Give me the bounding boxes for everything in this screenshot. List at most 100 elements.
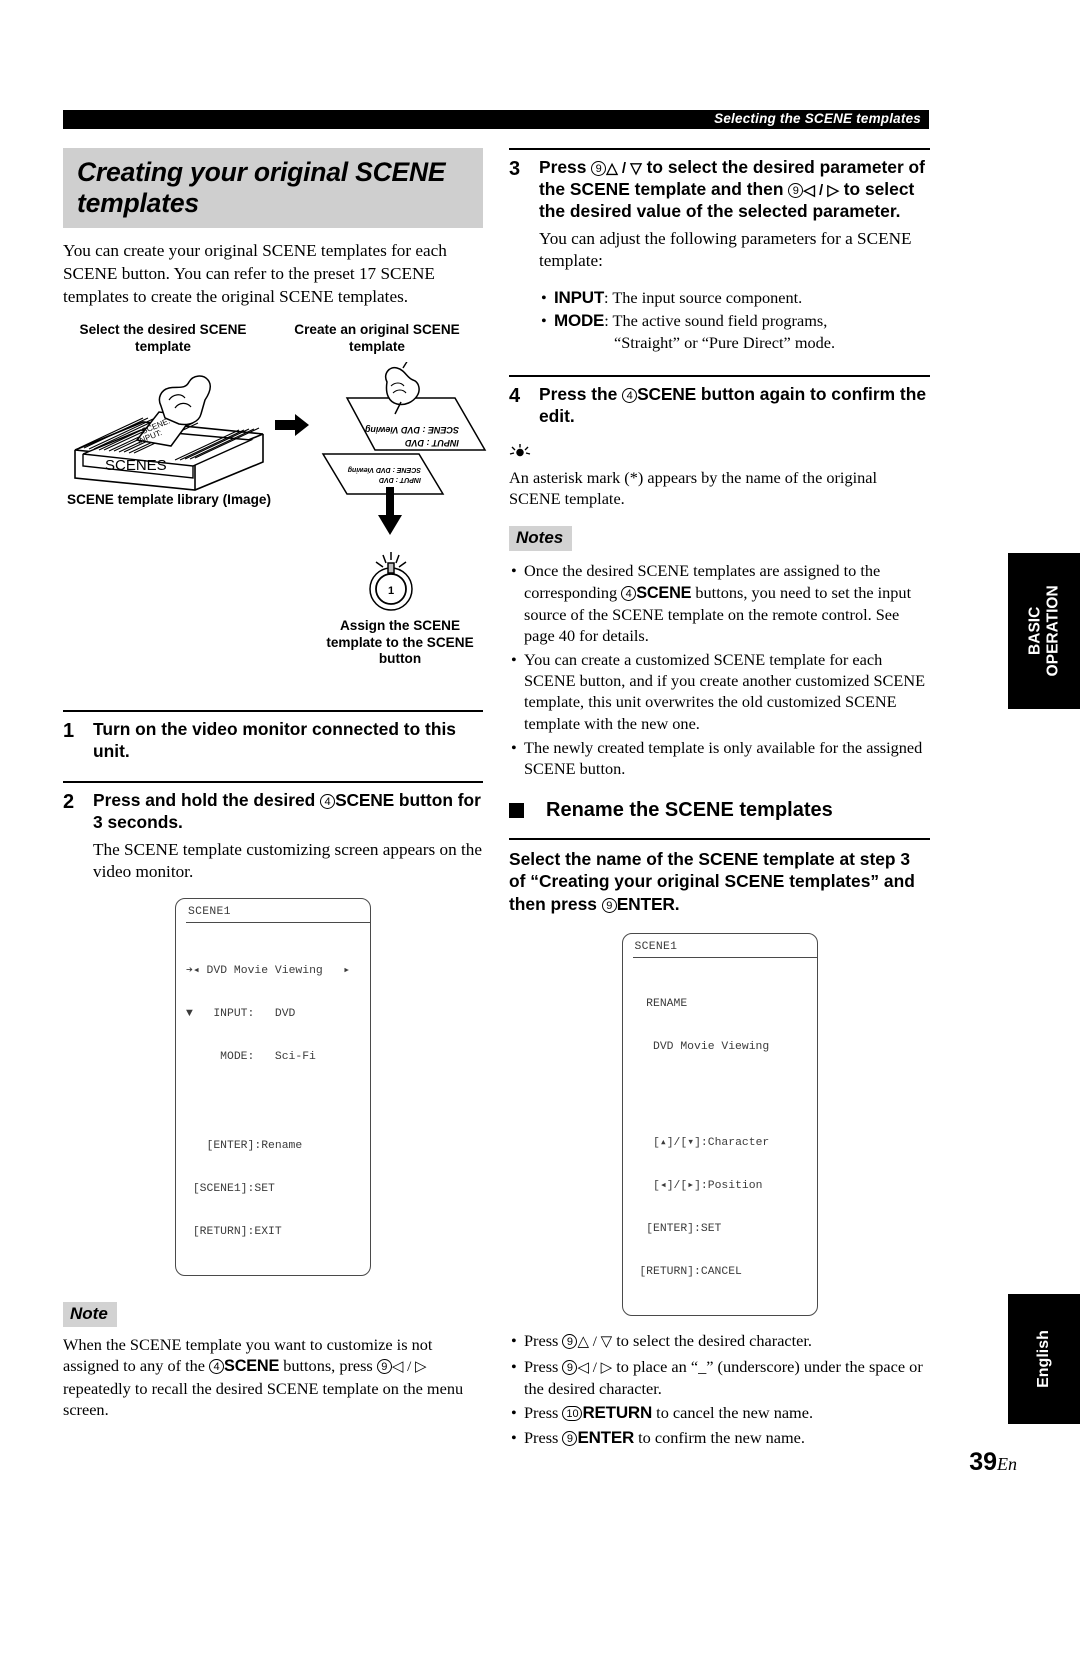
- tip-text: An asterisk mark (*) appears by the name…: [509, 468, 878, 509]
- osd2-line2: DVD Movie Viewing: [632, 1041, 770, 1054]
- scene-key-label: SCENE: [224, 1357, 280, 1376]
- osd-screen-2-wrapper: SCENE1 RENAME DVD Movie Viewing [▴]/[▾]:…: [509, 932, 930, 1317]
- scene-key-label: SCENE: [636, 583, 692, 602]
- osd-screen-1-wrapper: SCENE1 ➔◂ DVD Movie Viewing ▸ ▼ INPUT: D…: [63, 897, 483, 1277]
- left-column: Creating your original SCENE templates Y…: [63, 148, 487, 1420]
- osd2-line5: [ENTER]:SET: [632, 1223, 722, 1235]
- notes-tag: Notes: [509, 526, 573, 552]
- osd1-line2: ▼ INPUT: DVD: [186, 1007, 296, 1020]
- circled-number-10: 10: [562, 1406, 583, 1422]
- step-1-number: 1: [63, 720, 75, 743]
- scene-key-label: SCENE: [637, 384, 697, 405]
- circled-number-9: 9: [562, 1359, 578, 1375]
- tip-bulb-icon: [509, 444, 531, 457]
- param-desc-mode: : The active sound field programs,: [604, 310, 828, 330]
- osd1-separator: [186, 922, 370, 924]
- circled-number-9: 9: [788, 182, 804, 198]
- page-folio: 39En: [969, 1448, 1017, 1477]
- notes-item-pre: The newly created template is only avail…: [524, 737, 923, 778]
- osd-screen-rename: SCENE1 RENAME DVD Movie Viewing [▴]/[▾]:…: [621, 932, 818, 1317]
- diagram-label-select: Select the desired SCENE template: [79, 322, 247, 354]
- param-mode-continued: “Straight” or “Pure Direct” mode.: [614, 333, 836, 353]
- running-header-bar: Selecting the SCENE templates: [63, 110, 929, 129]
- osd1-title: SCENE1: [188, 905, 231, 918]
- rename-bullet: Press 9ENTER to confirm the new name.: [509, 1427, 930, 1449]
- note-block: Note When the SCENE template you want to…: [63, 1302, 483, 1420]
- sheet-line2: INPUT : DVD: [404, 438, 459, 448]
- step-3-body: You can adjust the following parameters …: [539, 228, 912, 271]
- osd1-line5: [SCENE1]:SET: [186, 1182, 275, 1195]
- rb-t1: Press: [524, 1331, 563, 1351]
- osd2-title: SCENE1: [634, 940, 678, 953]
- rename-bullet: Press 10RETURN to cancel the new name.: [509, 1402, 930, 1424]
- intro-paragraph: You can create your original SCENE templ…: [63, 241, 447, 306]
- return-key-label: RETURN: [582, 1403, 653, 1423]
- param-name-mode: MODE: [554, 310, 605, 330]
- osd-screen-customizing: SCENE1 ➔◂ DVD Movie Viewing ▸ ▼ INPUT: D…: [175, 897, 371, 1277]
- step-4-number: 4: [509, 385, 521, 408]
- notes-list: Once the desired SCENE templates are ass…: [509, 560, 930, 779]
- parameter-item-input: INPUT: The input source component.: [539, 287, 930, 309]
- down-arrow-icon: [378, 487, 402, 536]
- rename-rule: [509, 838, 930, 841]
- note-post: repeatedly to recall the desired SCENE t…: [63, 1378, 464, 1419]
- osd2-line6: [RETURN]:CANCEL: [632, 1266, 742, 1279]
- note-tag: Note: [63, 1302, 117, 1328]
- rb-t1: Press: [524, 1403, 563, 1423]
- note-body: When the SCENE template you want to cust…: [63, 1334, 483, 1420]
- osd1-gap: [186, 1093, 370, 1110]
- section-title: Creating your original SCENE templates: [63, 148, 483, 229]
- osd2-separator: [632, 957, 817, 959]
- osd2-gap: [633, 1083, 817, 1107]
- rb-t1: Press: [524, 1356, 563, 1376]
- step-2-text: Press and hold the desired 4 SCENE button…: [93, 790, 483, 834]
- side-tab-english: English: [1008, 1294, 1080, 1424]
- left-right-arrow-icon: ◁ / ▷: [391, 1359, 427, 1376]
- circled-number-9: 9: [601, 897, 617, 913]
- step-3-number: 3: [509, 158, 521, 180]
- rename-lead-block: Select the name of the SCENE template at…: [509, 838, 930, 915]
- rename-heading-text: Rename the SCENE templates: [546, 799, 833, 822]
- rename-bullet: Press 9◁ / ▷ to place an “_” (underscore…: [509, 1356, 930, 1400]
- enter-key-label: ENTER.: [616, 893, 680, 914]
- diagram-label-assign: Assign the SCENE template to the SCENE b…: [326, 618, 474, 667]
- rb-t3: to confirm the new name.: [634, 1428, 805, 1448]
- folio-language: En: [997, 1454, 1017, 1474]
- step-2: 2 Press and hold the desired 4 SCENE butt…: [63, 780, 483, 884]
- side-tab-basic-operation: BASIC OPERATION: [1008, 553, 1080, 709]
- parameter-item-mode: MODE: The active sound field programs, “…: [539, 310, 930, 353]
- step-4-text: Press the 4 SCENE button again to confirm…: [539, 384, 930, 428]
- circled-number-9: 9: [591, 161, 607, 176]
- rename-lead-t1: Select the name of the SCENE template at…: [509, 849, 915, 914]
- card-box-illustration: SCENE: INPUT: SCENES: [74, 375, 264, 491]
- osd2-line1: RENAME: [632, 997, 688, 1010]
- step-3: 3 Press 9 △ / ▽ to select the desired par…: [509, 148, 930, 353]
- osd1-line4: [ENTER]:Rename: [186, 1139, 303, 1152]
- rb-t3: to cancel the new name.: [652, 1403, 814, 1423]
- circled-number-4: 4: [320, 793, 336, 809]
- step-rule: [509, 148, 930, 150]
- step-2-body: The SCENE template customizing screen ap…: [93, 839, 482, 882]
- param-name-input: INPUT: [554, 287, 605, 307]
- sheet-line1: SCENE : DVD Viewing: [364, 425, 459, 435]
- notes-block: Notes Once the desired SCENE templates a…: [509, 526, 930, 779]
- running-header-title: Selecting the SCENE templates: [714, 111, 921, 126]
- left-right-arrow-icon: ◁ / ▷: [577, 1359, 613, 1376]
- notes-item: You can create a customized SCENE templa…: [509, 649, 930, 734]
- svg-text:INPUT : DVD: INPUT : DVD: [379, 476, 421, 483]
- step-rule: [509, 375, 930, 378]
- circled-number-9: 9: [562, 1334, 578, 1350]
- step-3-t1: Press: [539, 157, 592, 177]
- parameter-list: INPUT: The input source component. MODE:…: [539, 287, 930, 353]
- circled-number-9: 9: [376, 1359, 392, 1375]
- param-desc-input: : The input source component.: [604, 287, 803, 307]
- scene-key-label: SCENE: [335, 789, 395, 810]
- rb-t1: Press: [524, 1428, 563, 1448]
- circled-number-4: 4: [621, 585, 637, 601]
- left-right-arrow-icon: ◁ / ▷: [803, 181, 839, 199]
- osd2-line4: [◂]/[▸]:Position: [632, 1179, 763, 1192]
- scene-button-number: 1: [388, 585, 394, 597]
- osd1-line1: ➔◂ DVD Movie Viewing ▸: [186, 964, 351, 977]
- osd1-line6: [RETURN]:EXIT: [186, 1226, 282, 1238]
- rename-bullet: Press 9△ / ▽ to select the desired chara…: [509, 1330, 930, 1353]
